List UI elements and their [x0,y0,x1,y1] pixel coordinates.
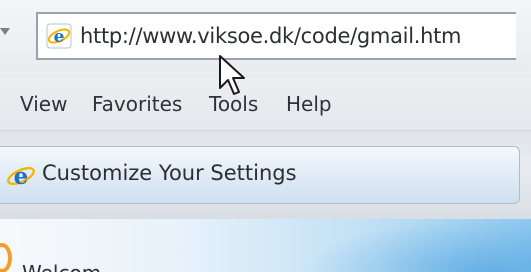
menu-help[interactable]: Help [286,92,332,116]
background-glow [300,219,531,272]
tab-bar: e Customize Your Settings [0,131,531,219]
address-bar-area: e http://www.viksoe.dk/code/gmail.htm [0,0,531,78]
tab-title: Customize Your Settings [42,161,297,185]
svg-text:e: e [14,163,29,190]
welcome-heading: Welcom [22,261,101,272]
address-field[interactable]: e http://www.viksoe.dk/code/gmail.htm [36,12,516,60]
menu-bar: View Favorites Tools Help [0,78,531,131]
windows-logo-fragment [0,243,12,272]
page-content: Welcom [0,219,531,272]
menu-view[interactable]: View [20,92,67,116]
internet-explorer-icon: e [46,23,72,49]
chevron-down-icon[interactable] [0,28,10,35]
mouse-pointer-icon [219,55,245,95]
svg-text:e: e [54,27,65,47]
menu-favorites[interactable]: Favorites [92,92,182,116]
internet-explorer-icon: e [7,163,35,190]
url-text[interactable]: http://www.viksoe.dk/code/gmail.htm [80,24,462,48]
tab-customize-settings[interactable]: e Customize Your Settings [0,146,520,204]
